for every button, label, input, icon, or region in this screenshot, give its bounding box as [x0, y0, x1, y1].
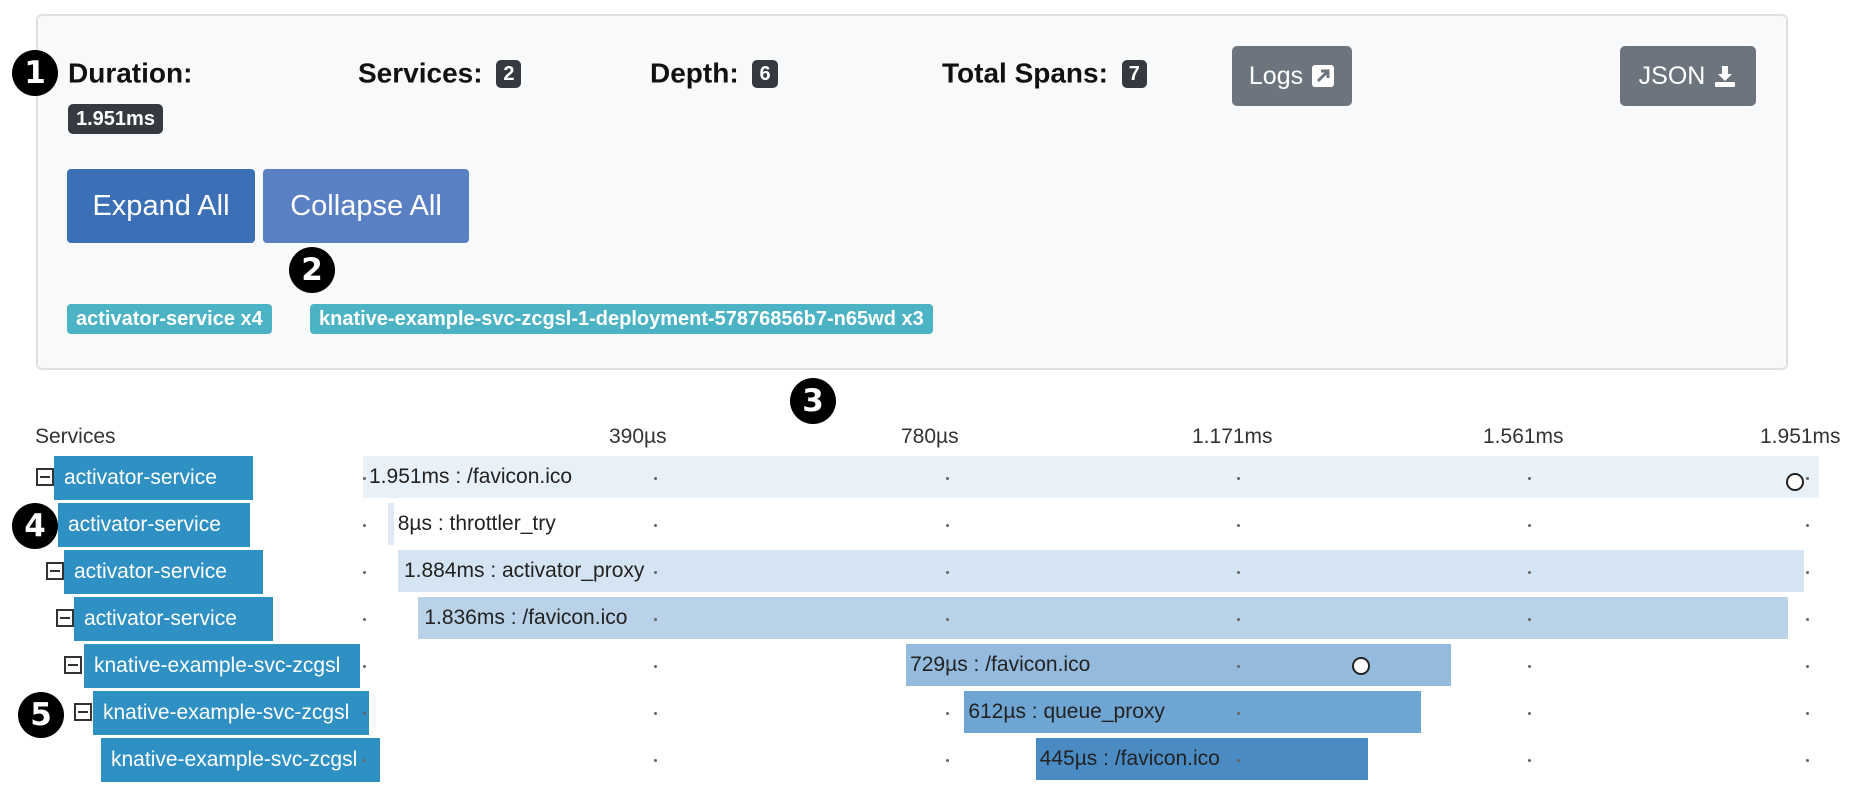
grid-dot: [946, 665, 949, 668]
grid-dot: [654, 665, 657, 668]
callout-5: 5: [18, 692, 64, 738]
grid-dot: [946, 759, 949, 762]
grid-dot: [1528, 712, 1531, 715]
grid-dot: [654, 759, 657, 762]
callout-2: 2: [289, 247, 335, 293]
collapse-toggle-icon[interactable]: [74, 703, 92, 721]
grid-dot: [363, 665, 366, 668]
span-label: 8µs : throttler_try: [397, 512, 556, 535]
logs-button-label: Logs: [1248, 61, 1304, 90]
grid-dot: [1237, 524, 1240, 527]
total-spans-stat: Total Spans: 7: [942, 56, 1147, 90]
services-label: Services:: [358, 57, 483, 89]
span-label: 612µs : queue_proxy: [968, 700, 1165, 723]
grid-dot: [946, 524, 949, 527]
grid-dot: [654, 712, 657, 715]
grid-dot: [1528, 571, 1531, 574]
grid-dot: [1528, 477, 1531, 480]
service-chip-activator[interactable]: activator-service x4: [67, 304, 272, 334]
grid-dot: [654, 618, 657, 621]
collapse-toggle-icon[interactable]: [56, 609, 74, 627]
grid-dot: [946, 477, 949, 480]
depth-label: Depth:: [650, 57, 739, 89]
grid-dot: [1806, 524, 1809, 527]
grid-dot: [654, 477, 657, 480]
callout-1: 1: [12, 50, 58, 96]
services-count-badge: 2: [496, 59, 522, 88]
grid-dot: [363, 571, 366, 574]
span-service-label-4[interactable]: activator-service: [74, 597, 273, 641]
collapse-all-button[interactable]: Collapse All: [263, 169, 469, 243]
grid-dot: [946, 571, 949, 574]
collapse-toggle-icon[interactable]: [36, 468, 54, 486]
logs-button[interactable]: Logs: [1232, 46, 1352, 106]
span-service-label-2[interactable]: activator-service: [58, 503, 250, 547]
depth-count-badge: 6: [752, 59, 778, 88]
external-link-icon: [1312, 65, 1335, 87]
json-download-button[interactable]: JSON: [1620, 46, 1756, 106]
callout-3: 3: [790, 378, 836, 424]
grid-dot: [1806, 712, 1809, 715]
tick-label-4: 1.561ms: [1483, 425, 1564, 448]
grid-dot: [1237, 759, 1240, 762]
total-spans-label: Total Spans:: [942, 57, 1108, 89]
grid-dot: [1528, 524, 1531, 527]
download-icon: [1715, 66, 1736, 87]
span-label: 729µs : /favicon.ico: [910, 653, 1091, 676]
duration-stat: Duration:: [68, 56, 192, 90]
grid-dot: [363, 712, 366, 715]
span-service-label-5[interactable]: knative-example-svc-zcgsl: [84, 644, 360, 688]
span-service-label-3[interactable]: activator-service: [64, 550, 263, 594]
grid-dot: [1806, 759, 1809, 762]
grid-dot: [946, 618, 949, 621]
grid-dot: [1806, 571, 1809, 574]
grid-dot: [363, 759, 366, 762]
grid-dot: [1528, 618, 1531, 621]
span-bar[interactable]: [363, 456, 1819, 498]
grid-dot: [1237, 618, 1240, 621]
span-label: 1.951ms : /favicon.ico: [369, 465, 573, 488]
services-column-header: Services: [35, 425, 116, 448]
collapse-toggle-icon[interactable]: [46, 562, 64, 580]
grid-dot: [363, 618, 366, 621]
span-label: 1.836ms : /favicon.ico: [424, 606, 628, 629]
grid-dot: [1806, 618, 1809, 621]
grid-dot: [1237, 665, 1240, 668]
grid-dot: [654, 524, 657, 527]
span-service-label-1[interactable]: activator-service: [54, 456, 253, 500]
span-bar[interactable]: [387, 503, 394, 545]
total-spans-count-badge: 7: [1121, 59, 1147, 88]
log-marker-icon[interactable]: [1786, 473, 1804, 491]
span-label: 445µs : /favicon.ico: [1039, 747, 1220, 770]
grid-dot: [1237, 477, 1240, 480]
log-marker-icon[interactable]: [1352, 657, 1370, 675]
grid-dot: [1806, 477, 1809, 480]
grid-dot: [1806, 665, 1809, 668]
duration-badge: 1.951ms: [68, 104, 163, 134]
grid-dot: [363, 477, 366, 480]
duration-label: Duration:: [68, 57, 193, 89]
tick-label-1: 390µs: [609, 425, 667, 448]
grid-dot: [1528, 665, 1531, 668]
tick-label-2: 780µs: [901, 425, 959, 448]
tick-label-3: 1.171ms: [1192, 425, 1273, 448]
span-label: 1.884ms : activator_proxy: [403, 559, 645, 582]
grid-dot: [946, 712, 949, 715]
grid-dot: [363, 524, 366, 527]
grid-dot: [1237, 712, 1240, 715]
depth-stat: Depth: 6: [650, 56, 778, 90]
json-button-label: JSON: [1638, 61, 1706, 90]
service-chip-knative-example[interactable]: knative-example-svc-zcgsl-1-deployment-5…: [310, 304, 933, 334]
grid-dot: [654, 571, 657, 574]
grid-dot: [1528, 759, 1531, 762]
span-service-label-6[interactable]: knative-example-svc-zcgsl: [93, 691, 369, 735]
tick-label-5: 1.951ms: [1760, 425, 1841, 448]
services-stat: Services: 2: [358, 56, 522, 90]
expand-all-button[interactable]: Expand All: [67, 169, 255, 243]
callout-4: 4: [12, 503, 58, 549]
collapse-toggle-icon[interactable]: [64, 656, 82, 674]
span-service-label-7[interactable]: knative-example-svc-zcgsl: [101, 738, 380, 782]
grid-dot: [1237, 571, 1240, 574]
